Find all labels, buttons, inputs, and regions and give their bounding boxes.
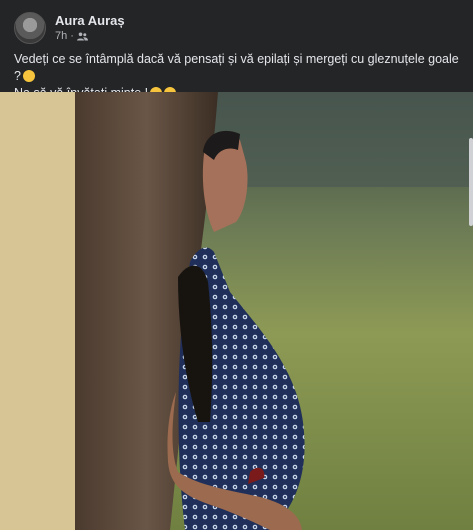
post-time[interactable]: 7h (55, 30, 67, 42)
post-meta: 7h · (55, 30, 88, 42)
author-name[interactable]: Aura Auraș (55, 13, 125, 28)
facebook-post: Aura Auraș 7h · Vedeți ce se întâmplă da… (0, 0, 473, 530)
avatar[interactable] (14, 12, 46, 44)
smiling-face-emoji-icon (22, 70, 35, 82)
scrollbar[interactable] (469, 138, 473, 226)
friends-icon[interactable] (76, 32, 88, 41)
post-text-line-1: Vedeți ce se întâmplă dacă vă pensați și… (14, 52, 459, 83)
post-photo[interactable] (0, 92, 473, 530)
meta-separator: · (70, 30, 74, 42)
